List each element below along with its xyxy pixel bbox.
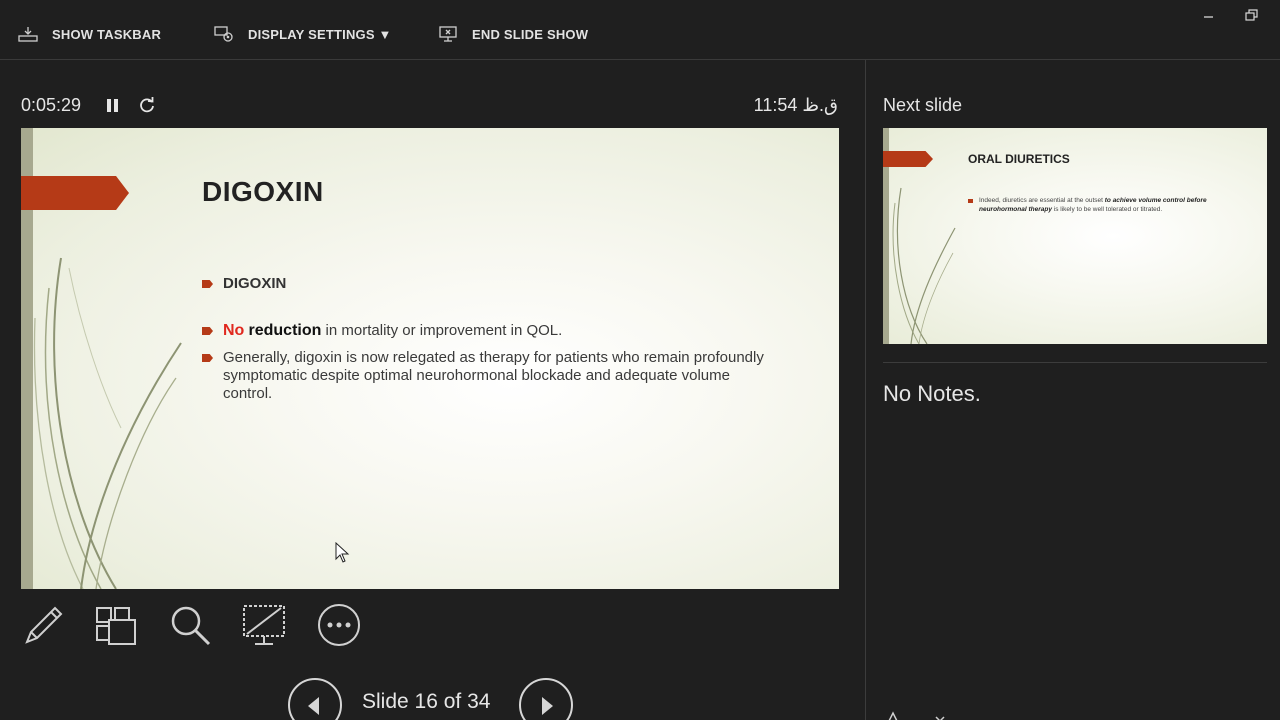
pause-icon	[107, 99, 111, 112]
elapsed-timer: 0:05:29	[21, 95, 82, 115]
next-slide-bullet: Indeed, diuretics are essential at the o…	[968, 197, 1228, 214]
end-slide-show-button[interactable]: END SLIDE SHOW	[438, 22, 588, 46]
panel-divider[interactable]	[865, 60, 866, 720]
more-options-button[interactable]	[316, 602, 362, 648]
zoom-button[interactable]	[167, 602, 213, 648]
current-time: 11:54 ق.ظ	[753, 95, 838, 115]
bullet-text: Indeed, diuretics are essential at the o…	[979, 197, 1228, 214]
previous-slide-button[interactable]	[288, 678, 342, 720]
bullet-plain: Indeed, diuretics are essential at the o…	[979, 197, 1105, 204]
black-screen-button[interactable]	[241, 602, 287, 648]
display-settings-label: DISPLAY SETTINGS ▼	[248, 26, 392, 42]
next-slide-preview[interactable]: ORAL DIURETICS Indeed, diuretics are ess…	[883, 128, 1267, 344]
slide-bullet: No reduction in mortality or improvement…	[202, 322, 562, 340]
slide-bullet: Generally, digoxin is now relegated as t…	[202, 349, 782, 403]
next-slide-label: Next slide	[883, 95, 963, 115]
pen-tool-button[interactable]	[21, 602, 67, 648]
bullet-marker	[202, 327, 213, 335]
bullet-highlight-bold: reduction	[248, 322, 322, 339]
pause-icon-bar	[114, 99, 118, 112]
slide-bullet: DIGOXIN	[202, 275, 286, 293]
bullet-text: Generally, digoxin is now relegated as t…	[223, 349, 764, 402]
zoom-icon	[171, 606, 211, 646]
slide-counter[interactable]: Slide 16 of 34	[362, 690, 490, 714]
taskbar-icon	[18, 27, 38, 42]
slide-title: DIGOXIN	[202, 176, 324, 207]
pause-timer-button[interactable]	[104, 97, 120, 115]
more-options-icon	[318, 604, 360, 646]
see-all-slides-button[interactable]	[93, 602, 139, 648]
notes-font-size-controls[interactable]	[886, 710, 946, 720]
bullet-rest: is likely to be well tolerated or titrat…	[1051, 205, 1163, 213]
bullet-highlight-red: No	[223, 322, 245, 339]
restart-timer-button[interactable]	[137, 95, 157, 115]
previous-slide-icon	[308, 697, 319, 715]
see-all-slides-icon	[96, 607, 136, 645]
presenter-toolbar: SHOW TASKBAR DISPLAY SETTINGS ▼ END SLID…	[0, 0, 1280, 60]
display-settings-icon	[214, 26, 233, 42]
pen-tool-icon	[25, 606, 63, 644]
bullet-marker	[202, 280, 213, 288]
bullet-rest: in mortality or improvement in QOL.	[321, 322, 563, 339]
next-slide-title: ORAL DIURETICS	[968, 152, 1070, 166]
notes-divider[interactable]	[883, 362, 1267, 363]
next-slide-button[interactable]	[519, 678, 573, 720]
font-size-icon	[888, 711, 945, 720]
bullet-marker	[202, 354, 213, 362]
current-slide[interactable]: DIGOXIN DIGOXIN No reduction in mortalit…	[21, 128, 839, 589]
restart-icon	[140, 97, 154, 113]
show-taskbar-label: SHOW TASKBAR	[52, 26, 162, 42]
minimize-icon[interactable]	[1199, 6, 1219, 24]
end-slide-show-label: END SLIDE SHOW	[472, 26, 589, 42]
bullet-marker	[968, 199, 973, 203]
restore-icon[interactable]	[1242, 6, 1262, 24]
show-taskbar-button[interactable]: SHOW TASKBAR	[18, 22, 161, 46]
bullet-text: DIGOXIN	[223, 275, 287, 292]
next-slide-icon	[542, 697, 553, 715]
display-settings-button[interactable]: DISPLAY SETTINGS ▼	[214, 22, 392, 46]
title-accent-arrow	[883, 151, 933, 167]
bullet-text: No reduction in mortality or improvement…	[223, 322, 562, 340]
mouse-pointer-icon	[335, 542, 350, 563]
black-screen-icon	[243, 605, 285, 645]
speaker-notes: No Notes.	[883, 381, 981, 406]
title-accent-arrow	[21, 176, 129, 210]
end-show-icon	[439, 26, 457, 42]
